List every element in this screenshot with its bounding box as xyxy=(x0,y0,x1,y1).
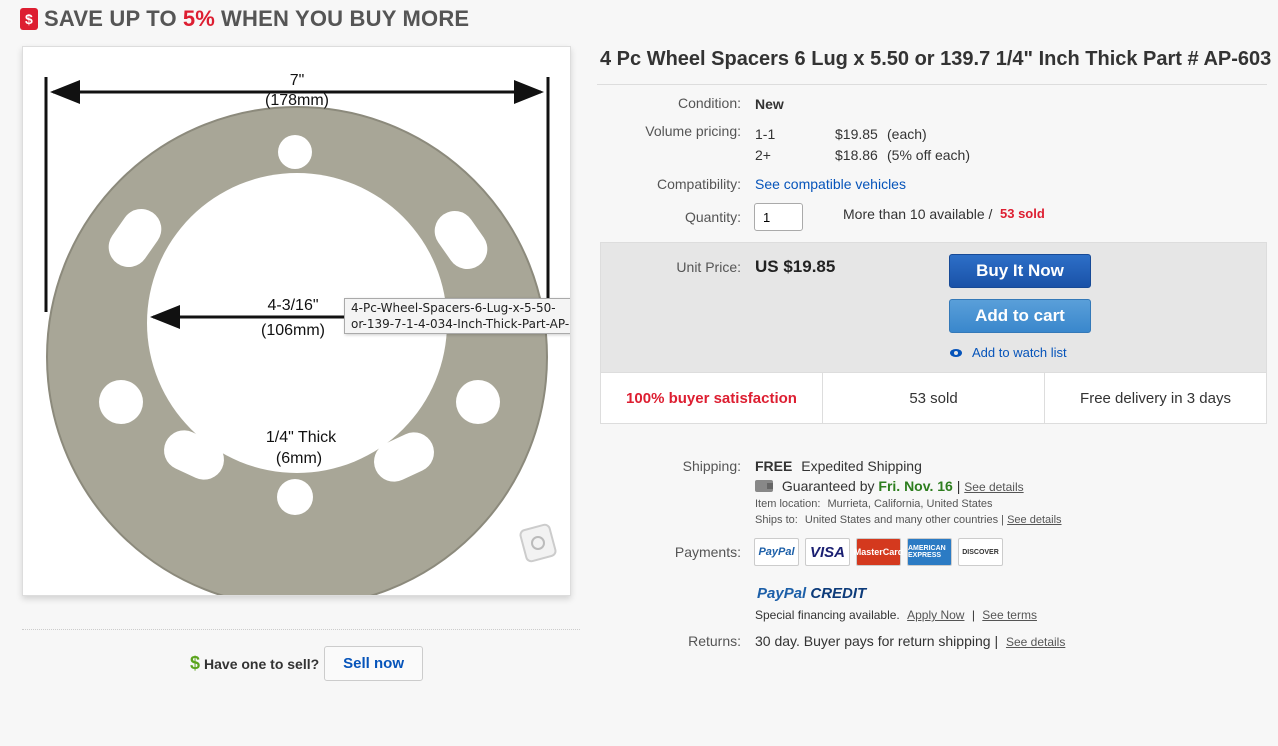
promo-suffix: WHEN YOU BUY MORE xyxy=(221,6,470,31)
volume-qty-1: 1-1 xyxy=(755,126,776,142)
paypal-credit-part2: CREDIT xyxy=(810,585,867,602)
guarantee-date: Fri. Nov. 16 xyxy=(878,478,953,494)
shipping-method: Expedited Shipping xyxy=(801,458,922,474)
add-to-watch-list-link[interactable]: Add to watch list xyxy=(950,345,1067,360)
condition-label: Condition: xyxy=(677,95,741,111)
eye-icon xyxy=(950,348,962,357)
unit-price-label: Unit Price: xyxy=(676,259,741,275)
shipping-details-link[interactable]: See details xyxy=(964,480,1023,494)
unit-price-value: US $19.85 xyxy=(755,257,836,276)
outer-dim-mm: (178mm) xyxy=(265,92,329,109)
apply-now-link[interactable]: Apply Now xyxy=(907,608,964,622)
paypal-credit-logo: PayPal CREDIT xyxy=(757,585,866,602)
financing-line: Special financing available. Apply Now |… xyxy=(755,608,1037,622)
volume-qty-2: 2+ xyxy=(755,147,771,163)
compatibility-label: Compatibility: xyxy=(656,176,741,192)
left-divider xyxy=(22,629,580,630)
ships-to: Ships to: United States and many other c… xyxy=(755,514,1062,526)
quantity-sold: 53 sold xyxy=(1000,206,1045,221)
buyer-satisfaction: 100% buyer satisfaction xyxy=(601,373,823,423)
inner-dim-mm: (106mm) xyxy=(261,322,325,339)
watch-list-label: Add to watch list xyxy=(972,345,1067,360)
sell-question: Have one to sell? xyxy=(204,655,320,672)
volume-price-1: $19.85 xyxy=(835,126,878,142)
compatible-vehicles-link[interactable]: See compatible vehicles xyxy=(755,176,906,192)
paypal-logo: PayPal xyxy=(754,538,799,566)
volume-price-2: $18.86 xyxy=(835,147,878,163)
inner-dim-label: 4-3/16" xyxy=(267,297,318,314)
ships-to-label: Ships to: xyxy=(755,514,798,526)
image-tooltip: 4-Pc-Wheel-Spacers-6-Lug-x-5-50- or-139-… xyxy=(344,298,570,334)
add-to-cart-button[interactable]: Add to cart xyxy=(949,299,1091,333)
volume-note-2: (5% off each) xyxy=(887,147,971,163)
shipping-free: FREE xyxy=(755,458,793,474)
sold-count: 53 sold xyxy=(823,373,1045,423)
dollar-icon: $ xyxy=(190,653,201,673)
payments-label: Payments: xyxy=(674,544,741,560)
buy-it-now-button[interactable]: Buy It Now xyxy=(949,254,1091,288)
ships-to-value: United States and many other countries xyxy=(804,514,999,526)
delivery-info: Free delivery in 3 days xyxy=(1080,389,1231,407)
condition-value: New xyxy=(755,96,784,112)
outer-dim-label: 7" xyxy=(290,72,305,89)
sell-row: $ Have one to sell? Sell now xyxy=(190,646,424,681)
paypal-credit-part1: PayPal xyxy=(757,585,807,602)
thickness-mm: (6mm) xyxy=(276,450,322,467)
financing-sep: | xyxy=(971,608,975,622)
guarantee-prefix: Guaranteed by xyxy=(781,478,875,494)
financing-text: Special financing available. xyxy=(755,608,900,622)
amex-logo: AMERICAN EXPRESS xyxy=(907,538,952,566)
item-location: Item location: Murrieta, California, Uni… xyxy=(755,498,993,510)
stats-bar: 100% buyer satisfaction 53 sold Free del… xyxy=(601,372,1266,423)
returns-details-link[interactable]: See details xyxy=(1006,635,1065,649)
returns-sep: | xyxy=(994,633,999,649)
product-image[interactable]: 7" (178mm) 4-3/16" (106mm) 1/4" Thick (6… xyxy=(22,46,571,596)
truck-icon xyxy=(755,480,773,492)
volume-pricing-label: Volume pricing: xyxy=(645,123,741,139)
visa-logo: VISA xyxy=(805,538,850,566)
page-title: 4 Pc Wheel Spacers 6 Lug x 5.50 or 139.7… xyxy=(600,48,1272,70)
ships-to-details-link[interactable]: See details xyxy=(1007,514,1061,526)
promo-banner: $ SAVE UP TO 5% WHEN YOU BUY MORE xyxy=(20,6,469,32)
promo-prefix: SAVE UP TO xyxy=(44,6,177,31)
discover-logo: DISCOVER xyxy=(958,538,1003,566)
item-location-label: Item location: xyxy=(755,498,821,510)
promo-percent: 5% xyxy=(182,6,216,31)
sell-now-button[interactable]: Sell now xyxy=(324,646,424,681)
see-terms-link[interactable]: See terms xyxy=(982,608,1037,622)
guarantee-line: Guaranteed by Fri. Nov. 16 | See details xyxy=(755,478,1024,494)
price-tag-icon: $ xyxy=(20,8,38,30)
shipping-label: Shipping: xyxy=(682,458,741,474)
guarantee-sep: | xyxy=(956,478,961,494)
returns-label: Returns: xyxy=(688,633,741,649)
title-divider xyxy=(597,84,1267,85)
payment-logos: PayPal VISA MasterCard AMERICAN EXPRESS … xyxy=(754,538,1003,566)
ships-to-sep: | xyxy=(1001,514,1005,526)
quantity-available: More than 10 available / xyxy=(843,206,993,222)
item-location-value: Murrieta, California, United States xyxy=(827,498,993,510)
returns-line: 30 day. Buyer pays for return shipping |… xyxy=(755,633,1065,649)
mastercard-logo: MasterCard xyxy=(854,538,903,566)
volume-note-1: (each) xyxy=(887,126,927,142)
quantity-input[interactable] xyxy=(754,203,803,231)
thickness-label: 1/4" Thick xyxy=(266,429,337,446)
quantity-label: Quantity: xyxy=(684,209,741,225)
returns-value: 30 day. Buyer pays for return shipping xyxy=(755,633,991,649)
shipping-line: FREE Expedited Shipping xyxy=(755,458,922,474)
